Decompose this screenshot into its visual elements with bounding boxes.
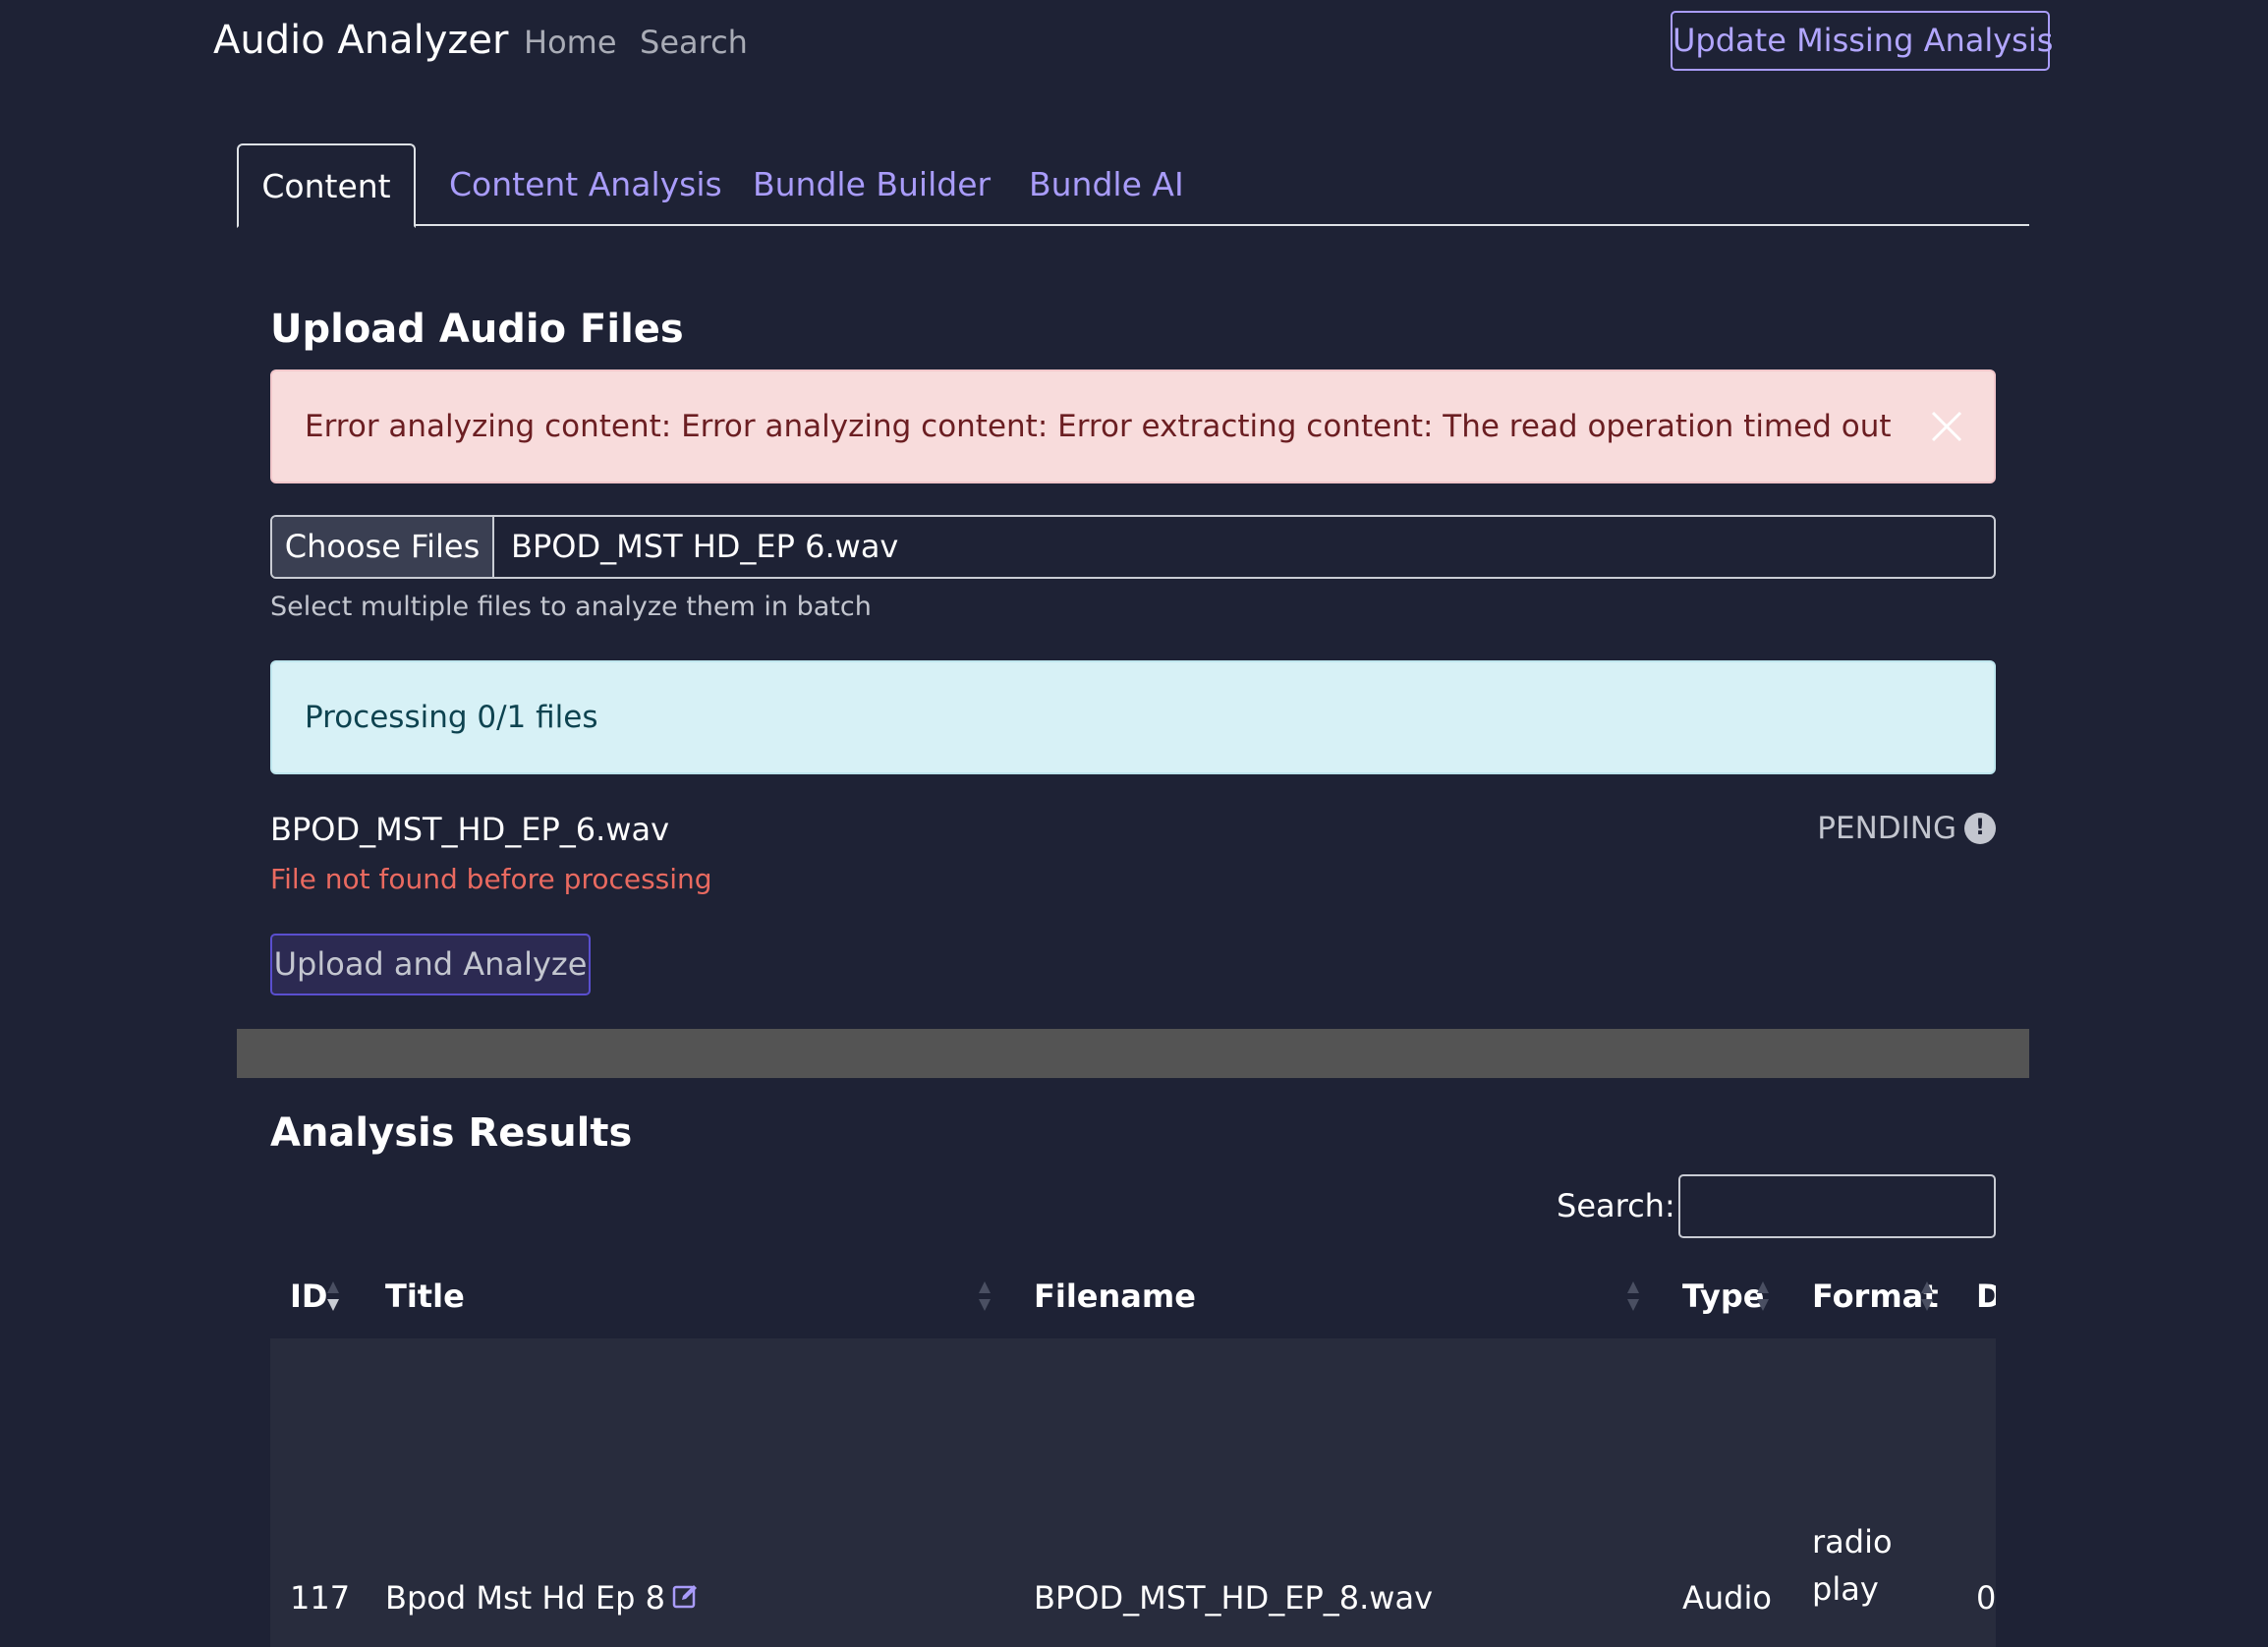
nav-link-home[interactable]: Home [524,24,617,61]
processing-alert: Processing 0/1 files [270,660,1996,774]
sort-icon[interactable] [1755,1278,1771,1315]
table-search-label: Search: [1557,1187,1675,1224]
file-item-status: PENDING ! [1817,811,1996,846]
cell-type: Audio [1682,1579,1772,1617]
cell-format-line-1: radio [1812,1523,1893,1561]
sort-icon[interactable] [1919,1278,1935,1315]
exclamation-circle-icon: ! [1964,813,1996,844]
file-item-error: File not found before processing [270,863,712,895]
app-brand[interactable]: Audio Analyzer [213,18,508,63]
column-header-type[interactable]: Type [1682,1278,1765,1315]
update-missing-analysis-button[interactable]: Update Missing Analysis [1671,11,2053,71]
section-divider [237,1029,2029,1078]
cell-filename: BPOD_MST_HD_EP_8.wav [1034,1579,1434,1617]
tab-bundle-builder[interactable]: Bundle Builder [753,143,991,226]
navbar: Audio Analyzer Home Search Update Missin… [0,0,2268,85]
file-item-name: BPOD_MST_HD_EP_6.wav [270,811,670,848]
cell-d: 0 [1976,1579,1996,1617]
tab-content[interactable]: Content [237,143,416,228]
file-item-status-label: PENDING [1817,811,1956,846]
column-header-title[interactable]: Title [385,1278,465,1315]
upload-section-title: Upload Audio Files [270,307,684,352]
sort-desc-icon[interactable] [325,1278,341,1315]
column-header-filename[interactable]: Filename [1034,1278,1196,1315]
error-alert: Error analyzing content: Error analyzing… [270,369,1996,483]
cell-title: Bpod Mst Hd Ep 8 [385,1579,665,1617]
cell-id: 117 [290,1579,351,1617]
selected-file-name: BPOD_MST HD_EP 6.wav [511,528,899,565]
tab-bundle-ai[interactable]: Bundle AI [1029,143,1184,226]
close-icon[interactable] [1929,409,1964,444]
upload-and-analyze-button[interactable]: Upload and Analyze [270,934,591,995]
choose-files-button[interactable]: Choose Files [272,517,494,577]
processing-message: Processing 0/1 files [305,700,598,735]
cell-format-line-2: play [1812,1570,1879,1608]
table-header: ID Title Filename Type Format D [270,1258,1996,1340]
results-table: ID Title Filename Type Format D 117 Bpod [270,1258,1996,1647]
nav-link-search[interactable]: Search [640,24,748,61]
tab-content-analysis[interactable]: Content Analysis [449,143,722,226]
column-header-d[interactable]: D [1976,1278,1996,1315]
results-section-title: Analysis Results [270,1110,633,1156]
sort-icon[interactable] [1625,1278,1641,1315]
table-search-input[interactable] [1678,1174,1996,1238]
table-row[interactable]: 117 Bpod Mst Hd Ep 8 BPOD_MST_HD_EP_8.wa… [270,1338,1996,1647]
file-input-help-text: Select multiple files to analyze them in… [270,592,872,622]
error-alert-message: Error analyzing content: Error analyzing… [305,409,1892,444]
sort-icon[interactable] [977,1278,992,1315]
column-header-id[interactable]: ID [290,1278,327,1315]
tab-bar: Content Content Analysis Bundle Builder … [237,143,2029,228]
edit-icon[interactable] [672,1582,700,1610]
file-input[interactable]: Choose Files BPOD_MST HD_EP 6.wav [270,515,1996,579]
